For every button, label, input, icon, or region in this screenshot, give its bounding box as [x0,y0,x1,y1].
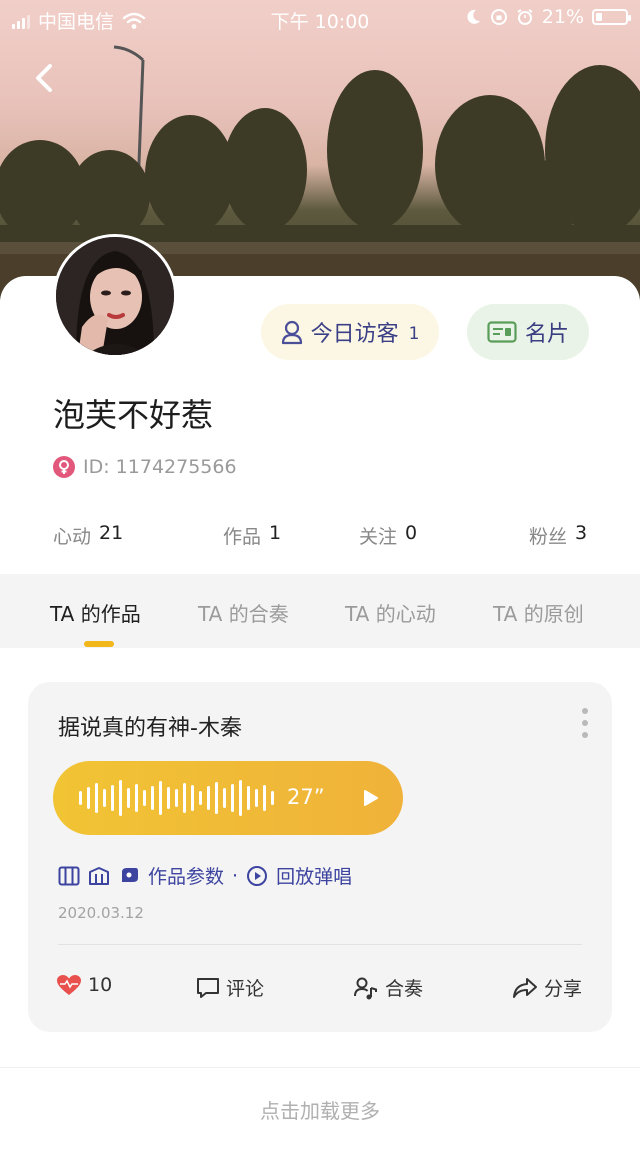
today-visitors-count: 1 [408,324,420,344]
play-icon[interactable] [363,789,379,807]
like-button[interactable]: 10 [56,974,112,996]
comment-icon [197,977,219,998]
alarm-icon [517,9,533,25]
orientation-lock-icon [490,9,507,25]
user-id-row: ID: 1174275566 [53,456,237,478]
work-params-link[interactable]: 作品参数 [148,862,224,889]
tab-works[interactable]: TA 的作品 [50,598,141,627]
stat-hearts[interactable]: 心动 21 [53,522,123,549]
active-tab-indicator [84,641,114,647]
share-label: 分享 [544,978,583,1000]
work-params-row: 作品参数 · 回放弹唱 [58,862,352,889]
score-icon [89,866,109,885]
today-visitors-label: 今日访客 [310,322,399,347]
stat-label: 心动 [53,526,92,548]
tab-bar: TA 的作品 TA 的合奏 TA 的心动 TA 的原创 [0,574,640,648]
ensemble-label: 合奏 [385,978,424,1000]
today-visitors-button[interactable]: 今日访客 1 [261,304,439,360]
stat-following[interactable]: 关注 0 [359,522,417,549]
nickname: 泡芙不好惹 [53,396,214,434]
battery-icon [592,9,631,25]
female-gender-icon [53,456,75,478]
share-icon [513,977,537,998]
stat-value: 3 [575,522,588,544]
like-count: 10 [88,974,113,996]
replay-link[interactable]: 回放弹唱 [276,862,352,889]
more-options-icon[interactable] [580,708,590,738]
user-id: ID: 1174275566 [83,456,237,478]
waveform-icon [79,761,274,835]
stat-label: 关注 [359,526,398,548]
share-button[interactable]: 分享 [512,974,582,1001]
comment-button[interactable]: 评论 [196,974,264,1001]
separator-dot: · [232,864,239,887]
back-arrow-icon[interactable] [26,56,62,100]
stat-value: 0 [405,522,418,544]
work-title: 据说真的有神-木秦 [58,716,242,741]
divider [58,944,582,945]
tab-hearts[interactable]: TA 的心动 [345,598,436,627]
status-bar: 中国电信 下午 10:00 21% [0,0,640,36]
comment-label: 评论 [226,978,265,1000]
work-card[interactable]: 据说真的有神-木秦 27” 作品参数 · 回放弹唱 2020.03.12 10 … [28,682,612,1032]
business-card-button[interactable]: 名片 [467,304,589,360]
stat-label: 粉丝 [529,526,568,548]
profile-stats: 心动 21 作品 1 关注 0 粉丝 3 [53,522,589,550]
piano-icon [58,866,80,885]
work-actions: 10 评论 合奏 分享 [28,974,612,1004]
stat-value: 1 [269,522,282,544]
ensemble-icon [354,977,377,999]
stat-value: 21 [99,522,124,544]
visitor-icon [281,320,302,345]
avatar[interactable] [53,234,177,358]
ensemble-button[interactable]: 合奏 [353,974,423,1001]
tab-ensembles[interactable]: TA 的合奏 [198,598,289,627]
instrument-icon [122,867,138,882]
audio-player[interactable]: 27” [53,761,403,835]
id-card-icon [487,321,517,343]
moon-icon [467,9,480,24]
business-card-label: 名片 [524,322,569,347]
heart-icon [57,975,81,995]
stat-label: 作品 [223,526,262,548]
replay-icon [247,865,268,886]
audio-duration: 27” [287,785,325,809]
work-date: 2020.03.12 [58,904,144,922]
stat-followers[interactable]: 粉丝 3 [529,522,587,549]
battery-percent: 21% [541,6,584,28]
load-more-button[interactable]: 点击加载更多 [0,1067,640,1141]
stat-works[interactable]: 作品 1 [223,522,281,549]
tab-originals[interactable]: TA 的原创 [493,598,584,627]
